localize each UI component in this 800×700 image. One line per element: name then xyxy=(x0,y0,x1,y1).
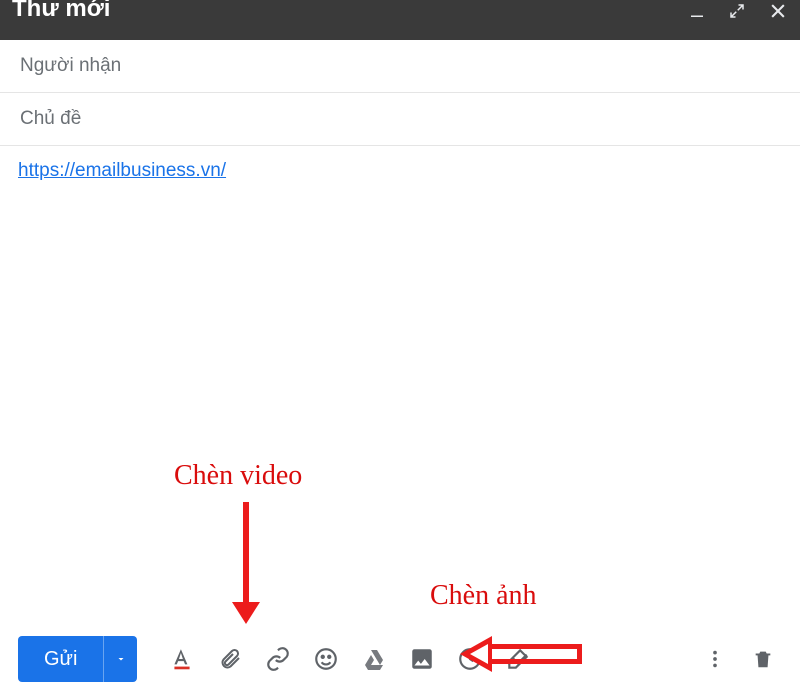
signature-icon[interactable] xyxy=(505,646,531,672)
body-link[interactable]: https://emailbusiness.vn/ xyxy=(18,160,226,181)
subject-input[interactable] xyxy=(18,107,782,131)
insert-photo-icon[interactable] xyxy=(409,646,435,672)
attach-icon[interactable] xyxy=(217,646,243,672)
send-button[interactable]: Gửi xyxy=(18,636,103,682)
recipients-input[interactable] xyxy=(18,54,782,78)
right-tool-icons xyxy=(702,646,776,672)
recipients-row[interactable] xyxy=(0,40,800,93)
drive-icon[interactable] xyxy=(361,646,387,672)
discard-icon[interactable] xyxy=(750,646,776,672)
annotation-image-label: Chèn ảnh xyxy=(430,580,537,612)
expand-icon[interactable] xyxy=(728,2,746,20)
confidential-icon[interactable] xyxy=(457,646,483,672)
minimize-icon[interactable] xyxy=(688,2,706,20)
more-options-icon[interactable] xyxy=(702,646,728,672)
send-button-group: Gửi xyxy=(18,636,137,682)
emoji-icon[interactable] xyxy=(313,646,339,672)
send-options-button[interactable] xyxy=(103,636,137,682)
window-title: Thư mới xyxy=(12,0,110,23)
window-controls xyxy=(688,1,788,21)
format-tool-icons xyxy=(169,646,531,672)
formatting-icon[interactable] xyxy=(169,646,195,672)
compose-titlebar: Thư mới xyxy=(0,0,800,40)
insert-link-icon[interactable] xyxy=(265,646,291,672)
compose-body[interactable]: https://emailbusiness.vn/ xyxy=(0,146,800,566)
subject-row[interactable] xyxy=(0,93,800,146)
compose-toolbar: Gửi xyxy=(0,636,800,682)
close-icon[interactable] xyxy=(768,1,788,21)
